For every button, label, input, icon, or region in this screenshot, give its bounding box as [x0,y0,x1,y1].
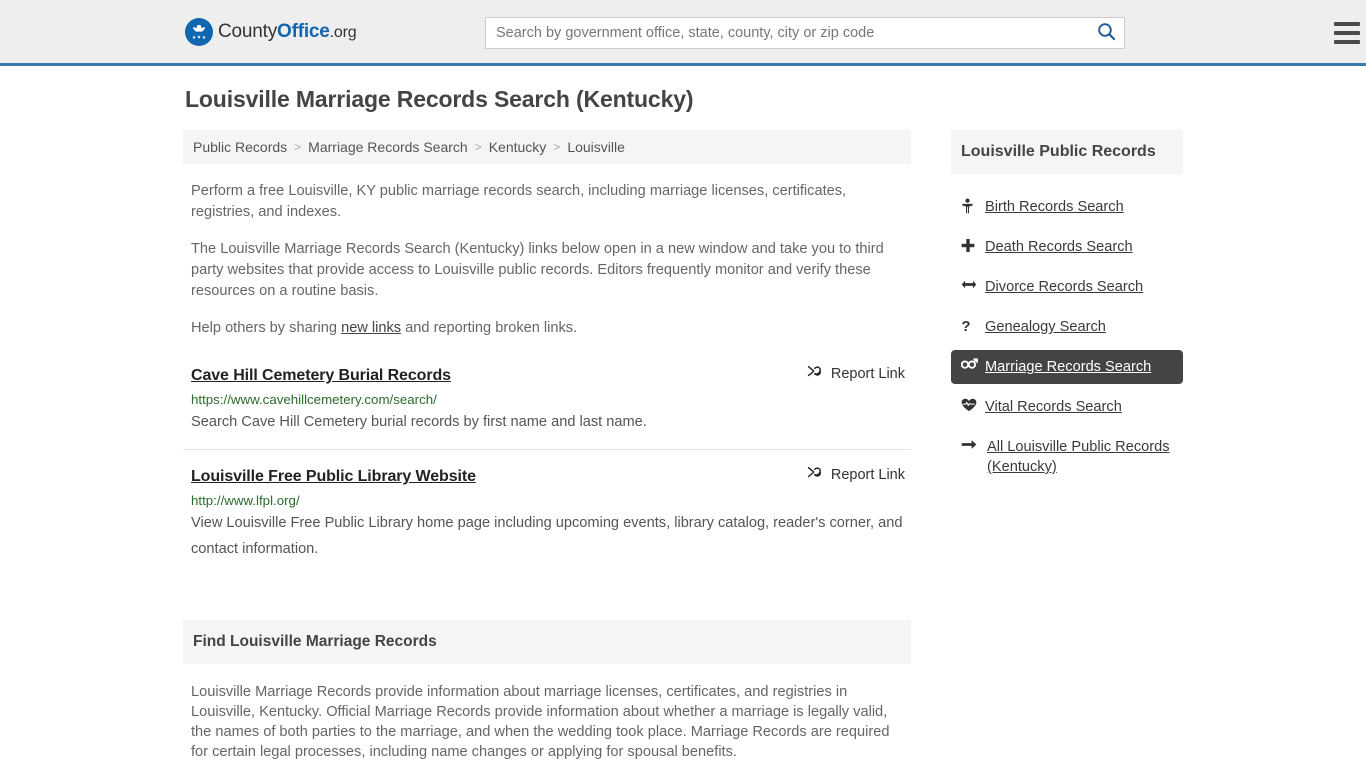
sidebar-item-death-records[interactable]: Death Records Search [951,230,1183,264]
heartbeat-icon [961,397,981,412]
report-link-button[interactable]: Report Link [806,464,905,485]
breadcrumb-item-louisville: Louisville [567,139,625,155]
sidebar-item-label: Death Records Search [985,239,1133,255]
hamburger-menu-icon[interactable] [1334,18,1360,48]
sidebar-item-label: All Louisville Public Records (Kentucky) [987,439,1170,475]
result-item: Cave Hill Cemetery Burial Records Report… [183,363,911,450]
sidebar-item-all-public-records[interactable]: All Louisville Public Records (Kentucky) [951,430,1183,484]
sidebar: Louisville Public Records Birth Records … [951,130,1183,490]
result-url[interactable]: http://www.lfpl.org/ [191,493,911,508]
breadcrumb-item-kentucky[interactable]: Kentucky [489,139,547,155]
sidebar-item-label: Marriage Records Search [985,359,1152,375]
sidebar-item-label: Divorce Records Search [985,279,1144,295]
sidebar-item-label: Vital Records Search [985,399,1122,415]
arrow-right-icon [961,437,981,451]
result-title-link[interactable]: Cave Hill Cemetery Burial Records [191,367,451,385]
sidebar-item-birth-records[interactable]: Birth Records Search [951,190,1183,224]
baby-icon [961,197,981,214]
report-link-button[interactable]: Report Link [806,363,905,384]
sidebar-item-vital-records[interactable]: Vital Records Search [951,390,1183,424]
cross-icon [961,237,981,253]
main-content: Public Records > Marriage Records Search… [183,130,911,768]
hamburger-bar [1334,22,1360,26]
arrows-left-right-icon [961,277,981,291]
new-links-link[interactable]: new links [341,320,401,336]
broken-link-icon [806,363,823,384]
eagle-seal-icon [185,17,213,46]
sidebar-item-divorce-records[interactable]: Divorce Records Search [951,270,1183,304]
intro-paragraph-1: Perform a free Louisville, KY public mar… [191,183,847,220]
hamburger-bar [1334,31,1360,35]
result-url[interactable]: https://www.cavehillcemetery.com/search/ [191,392,911,407]
intro-p3-after: and reporting broken links. [401,320,578,336]
venus-mars-icon [961,357,981,372]
intro-paragraph-2: The Louisville Marriage Records Search (… [191,241,884,299]
question-mark-icon: ? [961,317,981,334]
site-logo-text: CountyOffice.org [218,20,357,43]
breadcrumb-separator: > [474,140,482,154]
sidebar-nav: Birth Records Search Death Records Searc… [951,190,1183,484]
breadcrumb-item-public-records[interactable]: Public Records [193,139,287,155]
svg-text:?: ? [961,318,970,334]
logo-text-part3: .org [329,23,357,41]
result-item: Louisville Free Public Library Website R… [183,464,911,576]
breadcrumb-item-marriage-records-search[interactable]: Marriage Records Search [308,139,468,155]
result-description: Search Cave Hill Cemetery burial records… [191,414,647,430]
site-header: CountyOffice.org [0,0,1366,66]
breadcrumb: Public Records > Marriage Records Search… [183,130,911,164]
sidebar-item-genealogy[interactable]: ? Genealogy Search [951,310,1183,344]
search-button[interactable] [1088,18,1124,48]
page-container: Louisville Marriage Records Search (Kent… [183,66,1183,768]
results-list: Cave Hill Cemetery Burial Records Report… [183,363,911,576]
report-link-label: Report Link [830,466,905,483]
logo-text-part1: County [218,20,278,42]
hamburger-bar [1334,40,1360,44]
logo-text-part2: Office [277,20,330,42]
search-bar[interactable] [485,17,1125,49]
intro-p3-before: Help others by sharing [191,320,342,336]
sidebar-item-label: Birth Records Search [985,199,1124,215]
search-input[interactable] [486,18,1088,48]
page-title: Louisville Marriage Records Search (Kent… [185,86,694,112]
result-title-link[interactable]: Louisville Free Public Library Website [191,468,476,486]
sidebar-heading: Louisville Public Records [951,130,1183,174]
breadcrumb-separator: > [294,140,302,154]
find-records-body: Louisville Marriage Records provide info… [191,684,890,760]
report-link-label: Report Link [830,365,905,382]
result-description: View Louisville Free Public Library home… [191,515,903,557]
magnifier-icon [1097,22,1116,44]
sidebar-item-label: Genealogy Search [985,319,1106,335]
find-records-heading: Find Louisville Marriage Records [183,620,911,664]
broken-link-icon [806,464,823,485]
intro-paragraph-3: Help others by sharing new links and rep… [191,318,903,339]
breadcrumb-separator: > [553,140,561,154]
site-logo[interactable]: CountyOffice.org [185,17,357,46]
sidebar-item-marriage-records[interactable]: Marriage Records Search [951,350,1183,384]
